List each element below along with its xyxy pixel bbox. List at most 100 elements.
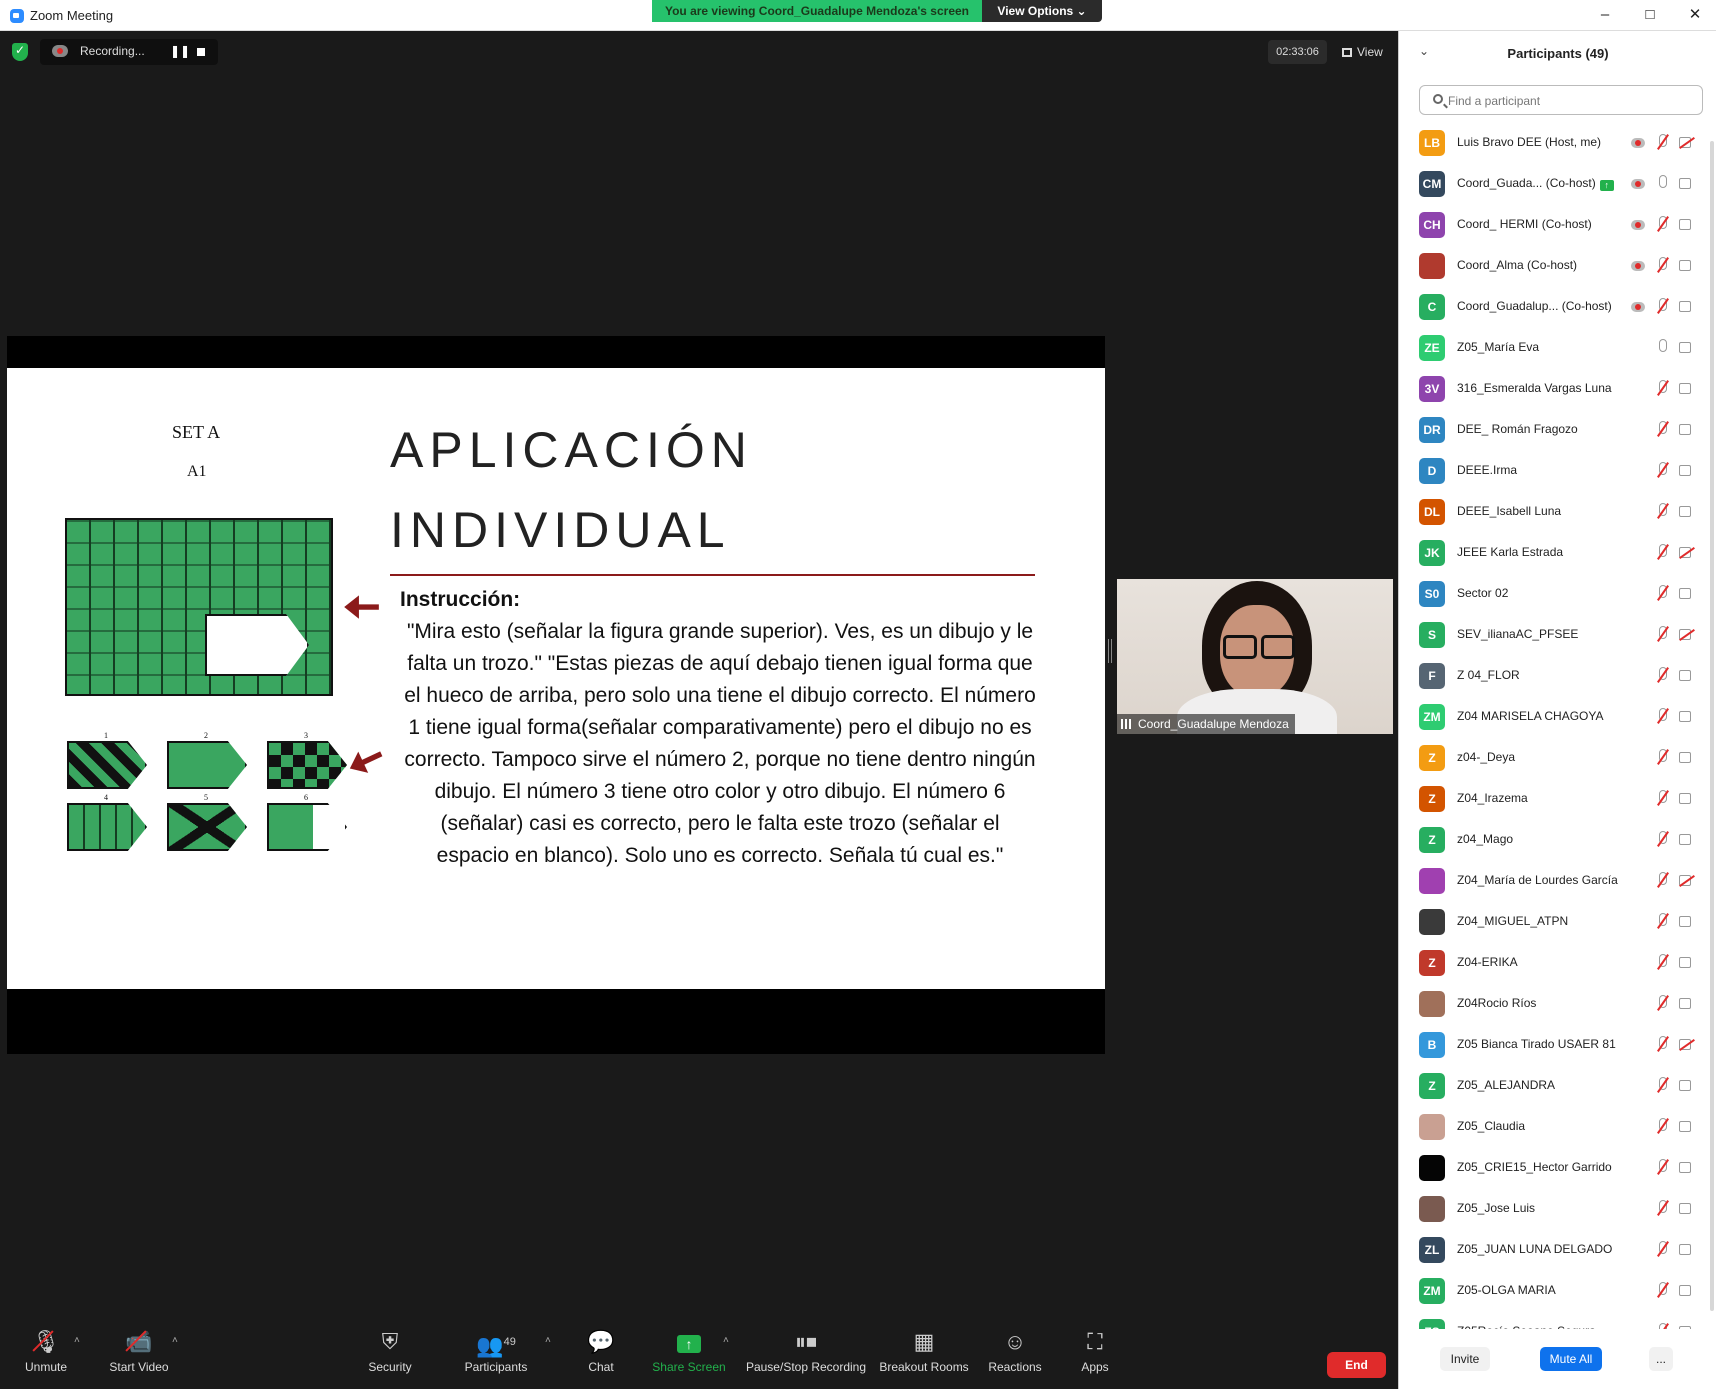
video-off-icon[interactable] (1679, 137, 1695, 148)
participant-row[interactable]: Coord_Alma (Co-host) (1399, 246, 1716, 287)
mic-icon[interactable] (1655, 174, 1669, 192)
participant-row[interactable]: ZE Z05_María Eva (1399, 328, 1716, 369)
muted-mic-icon[interactable] (1655, 297, 1669, 315)
participant-row[interactable]: D DEEE.Irma (1399, 451, 1716, 492)
participant-row[interactable]: Z Z04-ERIKA (1399, 943, 1716, 984)
invite-button[interactable]: Invite (1440, 1347, 1490, 1371)
participant-row[interactable]: DL DEEE_Isabell Luna (1399, 492, 1716, 533)
share-screen-button[interactable]: ↑ Share Screen (639, 1321, 739, 1389)
muted-mic-icon[interactable] (1655, 707, 1669, 725)
participant-row[interactable]: DR DEE_ Román Fragozo (1399, 410, 1716, 451)
video-off-icon[interactable] (1679, 547, 1695, 558)
mute-all-button[interactable]: Mute All (1540, 1347, 1602, 1371)
video-icon[interactable] (1679, 1162, 1695, 1173)
view-button[interactable]: View (1334, 40, 1394, 64)
muted-mic-icon[interactable] (1655, 871, 1669, 889)
video-icon[interactable] (1679, 1203, 1695, 1214)
participant-row[interactable]: LB Luis Bravo DEE (Host, me) (1399, 123, 1716, 164)
participant-row[interactable]: C Coord_Guadalup... (Co-host) (1399, 287, 1716, 328)
end-meeting-button[interactable]: End (1327, 1352, 1386, 1378)
close-button[interactable]: ✕ (1680, 4, 1710, 26)
pause-recording-icon[interactable]: ❚❚ (170, 44, 190, 58)
participant-row[interactable]: Z04_MIGUEL_ATPN (1399, 902, 1716, 943)
video-icon[interactable] (1679, 465, 1695, 476)
muted-mic-icon[interactable] (1655, 1281, 1669, 1299)
muted-mic-icon[interactable] (1655, 502, 1669, 520)
video-icon[interactable] (1679, 383, 1695, 394)
participant-search-input[interactable] (1448, 91, 1688, 111)
video-icon[interactable] (1679, 752, 1695, 763)
minimize-button[interactable]: – (1590, 4, 1620, 26)
muted-mic-icon[interactable] (1655, 133, 1669, 151)
apps-button[interactable]: ⛶ Apps (1045, 1321, 1145, 1389)
video-icon[interactable] (1679, 588, 1695, 599)
shared-screen[interactable]: SET A A1 🠄 🠄 1 2 3 4 5 6 APLICACIÓN INDI… (7, 336, 1105, 1054)
share-options-chevron-icon[interactable]: ˄ (723, 1335, 729, 1346)
audio-options-chevron-icon[interactable]: ˄ (74, 1335, 80, 1346)
video-icon[interactable] (1679, 834, 1695, 845)
participant-row[interactable]: F Z 04_FLOR (1399, 656, 1716, 697)
participant-row[interactable]: ZM Z05-OLGA MARIA (1399, 1271, 1716, 1312)
muted-mic-icon[interactable] (1655, 912, 1669, 930)
video-off-icon[interactable] (1679, 629, 1695, 640)
video-icon[interactable] (1679, 178, 1695, 189)
security-button[interactable]: ⛨ Security (340, 1321, 440, 1389)
muted-mic-icon[interactable] (1655, 256, 1669, 274)
participant-row[interactable]: Z05_Claudia (1399, 1107, 1716, 1148)
participant-row[interactable]: Z05_CRIE15_Hector Garrido (1399, 1148, 1716, 1189)
participants-options-chevron-icon[interactable]: ˄ (545, 1335, 551, 1346)
participant-row[interactable]: B Z05 Bianca Tirado USAER 81 (1399, 1025, 1716, 1066)
muted-mic-icon[interactable] (1655, 994, 1669, 1012)
video-icon[interactable] (1679, 424, 1695, 435)
muted-mic-icon[interactable] (1655, 1240, 1669, 1258)
video-icon[interactable] (1679, 998, 1695, 1009)
breakout-rooms-button[interactable]: ▦ Breakout Rooms (874, 1321, 974, 1389)
participant-row[interactable]: 3V 316_Esmeralda Vargas Luna (1399, 369, 1716, 410)
video-icon[interactable] (1679, 1285, 1695, 1296)
video-icon[interactable] (1679, 957, 1695, 968)
muted-mic-icon[interactable] (1655, 1322, 1669, 1329)
participant-list-scrollbar[interactable] (1710, 141, 1714, 1311)
participant-row[interactable]: Z04_María de Lourdes García (1399, 861, 1716, 902)
muted-mic-icon[interactable] (1655, 830, 1669, 848)
participants-button[interactable]: 👥49 Participants (446, 1321, 546, 1389)
muted-mic-icon[interactable] (1655, 1158, 1669, 1176)
participant-row[interactable]: Z05_Jose Luis (1399, 1189, 1716, 1230)
participant-row[interactable]: ZS Z05Rocío Seoane Segura (1399, 1312, 1716, 1329)
unmute-button[interactable]: 🎙 Unmute (0, 1321, 96, 1389)
mic-icon[interactable] (1655, 338, 1669, 356)
muted-mic-icon[interactable] (1655, 543, 1669, 561)
video-icon[interactable] (1679, 1244, 1695, 1255)
encryption-shield-icon[interactable] (12, 43, 28, 61)
video-icon[interactable] (1679, 301, 1695, 312)
video-icon[interactable] (1679, 506, 1695, 517)
more-options-button[interactable]: ... (1649, 1347, 1673, 1371)
muted-mic-icon[interactable] (1655, 1199, 1669, 1217)
muted-mic-icon[interactable] (1655, 1035, 1669, 1053)
muted-mic-icon[interactable] (1655, 1076, 1669, 1094)
video-icon[interactable] (1679, 219, 1695, 230)
participant-row[interactable]: Zz04-_Deya (1399, 738, 1716, 779)
muted-mic-icon[interactable] (1655, 461, 1669, 479)
split-divider-handle[interactable] (1108, 639, 1112, 663)
video-icon[interactable] (1679, 342, 1695, 353)
view-options-button[interactable]: View Options ⌄ (982, 0, 1102, 22)
muted-mic-icon[interactable] (1655, 584, 1669, 602)
muted-mic-icon[interactable] (1655, 420, 1669, 438)
participant-row[interactable]: S SEV_ilianaAC_PFSEE (1399, 615, 1716, 656)
video-off-icon[interactable] (1679, 1039, 1695, 1050)
participant-row[interactable]: ZL Z05_JUAN LUNA DELGADO (1399, 1230, 1716, 1271)
muted-mic-icon[interactable] (1655, 953, 1669, 971)
participant-row[interactable]: JK JEEE Karla Estrada (1399, 533, 1716, 574)
pause-stop-recording-button[interactable]: ⏸⏹ Pause/Stop Recording (744, 1321, 868, 1389)
participant-row[interactable]: ZM Z04 MARISELA CHAGOYA (1399, 697, 1716, 738)
participant-row[interactable]: Z Z04_Irazema (1399, 779, 1716, 820)
muted-mic-icon[interactable] (1655, 625, 1669, 643)
video-off-icon[interactable] (1679, 875, 1695, 886)
video-icon[interactable] (1679, 1080, 1695, 1091)
muted-mic-icon[interactable] (1655, 1117, 1669, 1135)
participant-row[interactable]: Z04Rocio Ríos (1399, 984, 1716, 1025)
chat-button[interactable]: 💬 Chat (551, 1321, 651, 1389)
muted-mic-icon[interactable] (1655, 789, 1669, 807)
video-icon[interactable] (1679, 1326, 1695, 1329)
